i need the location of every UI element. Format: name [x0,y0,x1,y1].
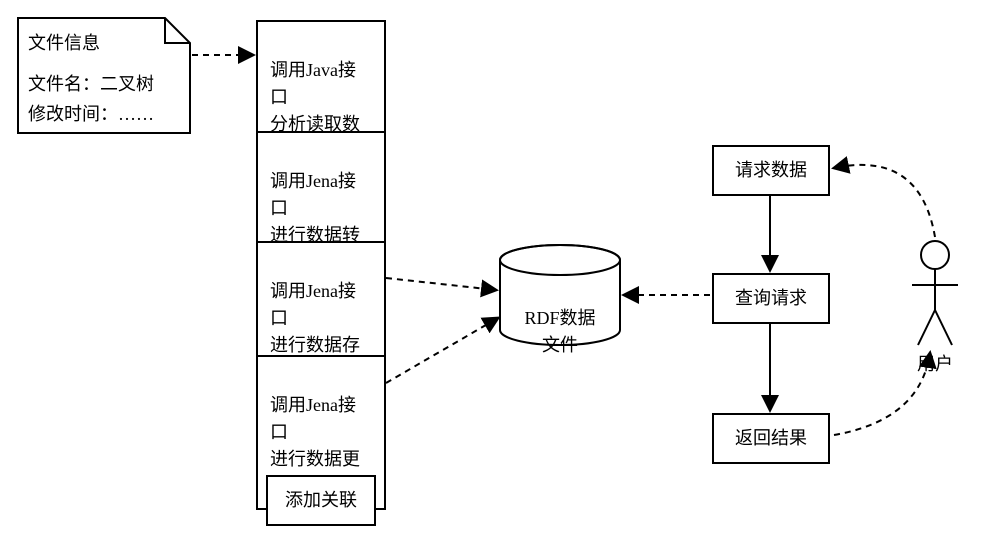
node-return-result: 返回结果 [712,413,830,464]
file-info-title: 文件信息 [28,28,183,59]
node-file-info: 文件信息 文件名：二叉树 修改时间：…… [28,28,183,130]
node-query-request-label: 查询请求 [735,288,807,308]
node-request-data: 请求数据 [712,145,830,196]
node-rdf-file: RDF数据 文件 [510,278,610,359]
file-info-mtime: 修改时间：…… [28,99,183,130]
file-info-name: 文件名：二叉树 [28,69,183,100]
user-icon [912,241,958,345]
node-rdf-file-label: RDF数据 文件 [524,308,595,355]
node-return-result-label: 返回结果 [735,428,807,448]
node-add-relation-label: 添加关联 [285,490,357,510]
node-add-relation: 添加关联 [266,475,376,526]
node-query-request: 查询请求 [712,273,830,324]
user-caption: 用户 [917,354,953,374]
node-user-label: 用户 [910,350,960,376]
node-request-data-label: 请求数据 [735,160,807,180]
